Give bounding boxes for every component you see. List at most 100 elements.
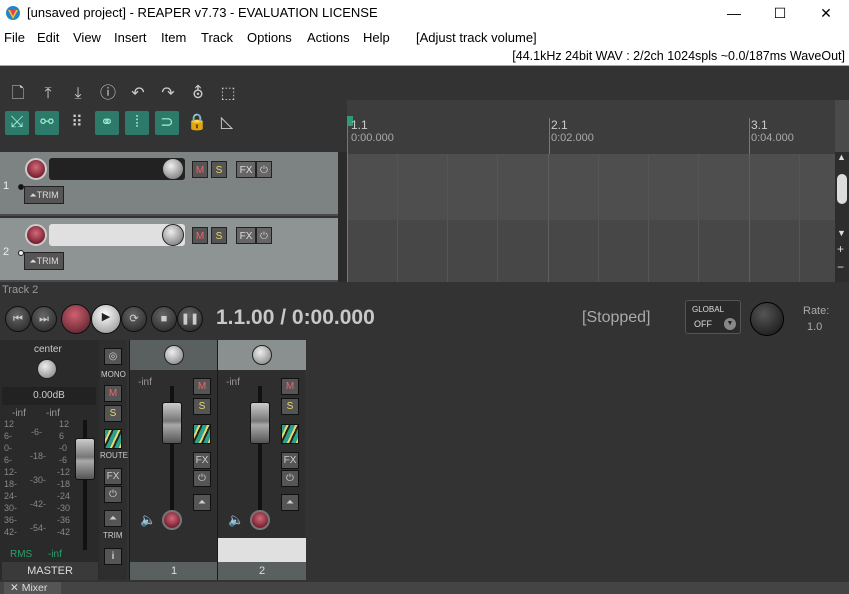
crossfade-icon[interactable]: ⦙ — [125, 111, 149, 135]
master-mute-button[interactable]: M — [104, 385, 122, 402]
fx-bypass-icon[interactable]: ⏻ — [256, 227, 272, 244]
load-icon[interactable]: ⤓ — [66, 82, 90, 106]
zoom-in-icon[interactable]: + — [837, 242, 844, 256]
route-button[interactable] — [193, 424, 211, 444]
master-fx-bypass-icon[interactable]: ⏻ — [104, 486, 122, 503]
menu-edit[interactable]: Edit — [37, 30, 59, 45]
rate-value[interactable]: 1.0 — [807, 321, 822, 333]
scroll-up-icon[interactable]: ▲ — [837, 152, 846, 162]
speaker-icon[interactable]: 🔈 — [140, 512, 156, 528]
master-volume-readout[interactable]: 0.00dB — [2, 387, 96, 405]
master-envelope-icon[interactable]: ⏶ — [104, 510, 122, 527]
zoom-out-icon[interactable]: − — [837, 260, 844, 274]
track-1[interactable]: 1 M S FX ⏻ ⏶TRIM — [0, 152, 338, 216]
menu-view[interactable]: View — [73, 30, 101, 45]
menu-track[interactable]: Track — [201, 30, 233, 45]
stop-icon[interactable]: ■ — [151, 306, 177, 332]
fx-button[interactable]: FX — [236, 227, 256, 244]
envelope-icon[interactable]: ◺ — [215, 111, 239, 135]
go-to-end-icon[interactable]: ⏭ — [31, 306, 57, 332]
volume-fader[interactable] — [250, 402, 270, 444]
save-icon[interactable]: ⤒ — [36, 82, 60, 106]
envelope-icon[interactable]: ⏶ — [281, 494, 299, 511]
redo-icon[interactable]: ↷ — [156, 82, 180, 106]
solo-button[interactable]: S — [281, 398, 299, 415]
fx-bypass-icon[interactable]: ⏻ — [256, 161, 272, 178]
menu-file[interactable]: File — [4, 30, 25, 45]
trim-button[interactable]: ⏶TRIM — [24, 186, 64, 204]
minimize-button[interactable]: — — [711, 0, 757, 26]
repeat-icon[interactable]: ⟳ — [121, 306, 147, 332]
volume-knob[interactable] — [162, 158, 184, 180]
ripple-icon[interactable]: ⤩ — [5, 111, 29, 135]
master-peak-left[interactable]: -inf — [12, 408, 26, 419]
master-fx-button[interactable]: FX — [104, 468, 122, 485]
fx-button[interactable]: FX — [236, 161, 256, 178]
solo-button[interactable]: S — [211, 161, 227, 178]
position-display[interactable]: 1.1.00 / 0:00.000 — [216, 306, 375, 330]
grid-snap-icon[interactable]: ⠿ — [65, 111, 89, 135]
route-button[interactable] — [281, 424, 299, 444]
trim-button[interactable]: ⏶TRIM — [24, 252, 64, 270]
volume-fader[interactable] — [162, 402, 182, 444]
peak-readout[interactable]: -inf — [226, 377, 240, 388]
go-to-start-icon[interactable]: ⏮ — [5, 306, 31, 332]
close-icon[interactable]: ✕ — [10, 582, 22, 594]
menu-insert[interactable]: Insert — [114, 30, 147, 45]
record-arm-button[interactable] — [250, 510, 270, 530]
record-arm-button[interactable] — [162, 510, 182, 530]
mute-button[interactable]: M — [192, 161, 208, 178]
solo-button[interactable]: S — [193, 398, 211, 415]
loop-icon[interactable]: ⊃ — [155, 111, 179, 135]
mixer-tab[interactable]: ✕ Mixer — [4, 582, 62, 594]
master-solo-button[interactable]: S — [104, 405, 122, 422]
solo-button[interactable]: S — [211, 227, 227, 244]
menu-options[interactable]: Options — [247, 30, 292, 45]
info-icon[interactable]: ⓘ — [96, 82, 120, 106]
menu-actions[interactable]: Actions — [307, 30, 350, 45]
mute-button[interactable]: M — [192, 227, 208, 244]
record-arm-button[interactable] — [25, 158, 47, 180]
playrate-knob[interactable] — [750, 302, 784, 336]
strip-name-field[interactable] — [218, 538, 306, 562]
envelope-icon[interactable]: ⏶ — [193, 494, 211, 511]
new-project-icon[interactable]: 🗋 — [6, 82, 30, 106]
group-icon[interactable]: ⚭ — [95, 111, 119, 135]
fx-bypass-icon[interactable]: ⏻ — [193, 470, 211, 487]
metronome-icon[interactable]: ⛢ — [186, 82, 210, 106]
lock-icon[interactable]: 🔒 — [185, 111, 209, 135]
mute-button[interactable]: M — [193, 378, 211, 395]
track-2[interactable]: 2 M S FX ⏻ ⏶TRIM — [0, 218, 338, 282]
pan-knob[interactable] — [252, 345, 272, 365]
timeline-ruler[interactable]: 1.1 0:00.000 2.1 0:02.000 3.1 0:04.000 — [347, 100, 835, 154]
vertical-scrollbar[interactable]: ▲ ▼ + − — [835, 152, 849, 282]
speaker-icon[interactable]: 🔈 — [228, 512, 244, 528]
audio-device-status[interactable]: [44.1kHz 24bit WAV : 2/2ch 1024spls ~0.0… — [512, 49, 845, 63]
global-automation-button[interactable]: GLOBAL OFF ▼ — [685, 300, 741, 334]
master-pan-knob[interactable] — [37, 359, 57, 379]
record-arm-button[interactable] — [25, 224, 47, 246]
master-name[interactable]: MASTER — [2, 562, 98, 580]
track-lane-1[interactable] — [347, 154, 835, 220]
scroll-down-icon[interactable]: ▼ — [837, 228, 846, 238]
volume-knob[interactable] — [162, 224, 184, 246]
master-route-button[interactable] — [104, 429, 122, 449]
master-fader[interactable] — [75, 438, 95, 480]
info-icon[interactable]: i — [104, 548, 122, 565]
close-button[interactable]: ✕ — [803, 0, 849, 26]
grid-icon[interactable]: ⬚ — [216, 82, 240, 106]
record-button[interactable] — [61, 304, 91, 334]
strip-number[interactable]: 1 — [130, 562, 218, 580]
pause-icon[interactable]: ❚❚ — [177, 306, 203, 332]
mono-stereo-icon[interactable]: ◎ — [104, 348, 122, 365]
vertical-scroll-thumb[interactable] — [837, 174, 847, 204]
strip-number[interactable]: 2 — [218, 562, 306, 580]
track-lane-2[interactable] — [347, 220, 835, 286]
menu-help[interactable]: Help — [363, 30, 390, 45]
play-icon[interactable]: ▶ — [91, 304, 121, 334]
menu-item[interactable]: Item — [161, 30, 186, 45]
pan-knob[interactable] — [164, 345, 184, 365]
tcp-scrollbar[interactable] — [338, 152, 347, 282]
fx-button[interactable]: FX — [281, 452, 299, 469]
mute-button[interactable]: M — [281, 378, 299, 395]
